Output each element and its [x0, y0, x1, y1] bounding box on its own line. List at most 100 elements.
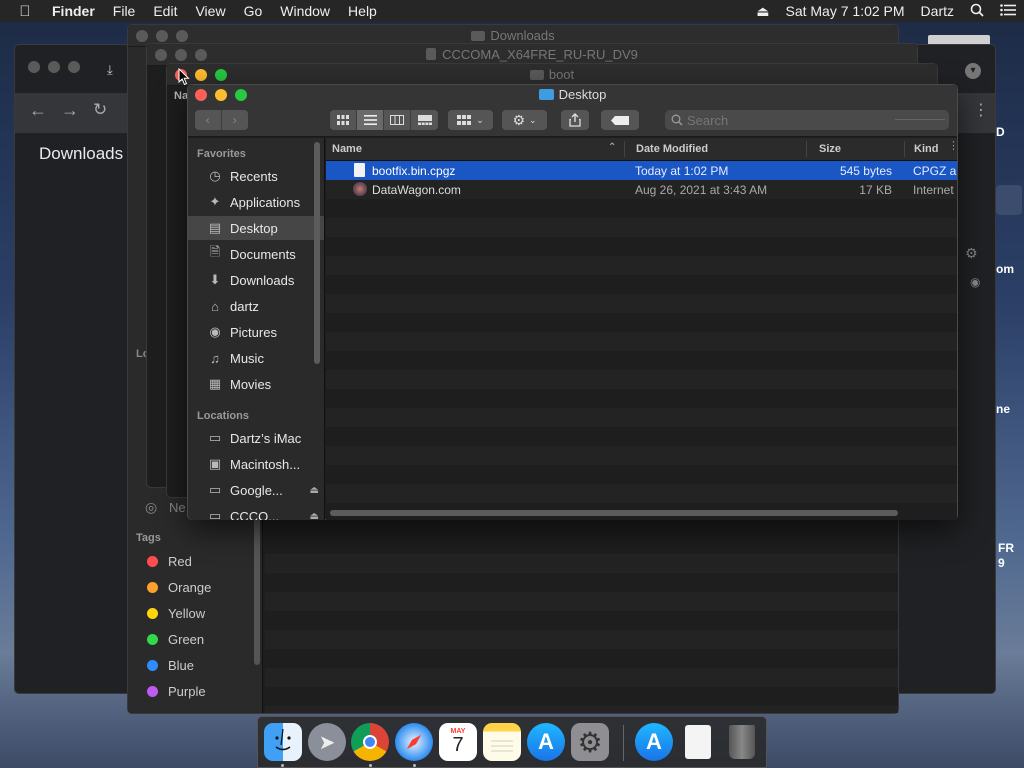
- sidebar-item-macintosh-hd[interactable]: ▣ Macintosh...: [188, 452, 324, 476]
- column-divider[interactable]: [624, 141, 625, 157]
- desktop-icon-label-1[interactable]: D: [996, 125, 1005, 139]
- chrome-forward-icon[interactable]: →: [61, 100, 79, 121]
- tag-red[interactable]: Red: [147, 554, 192, 569]
- eject-menu-icon[interactable]: ⏏: [748, 3, 777, 20]
- table-row-datawagon[interactable]: DataWagon.com Aug 26, 2021 at 3:43 AM 17…: [326, 180, 957, 199]
- tag-button[interactable]: [601, 110, 639, 130]
- sidebar-item-movies[interactable]: ▦ Movies: [188, 372, 324, 396]
- chrome-back-icon[interactable]: ←: [29, 100, 47, 121]
- column-view-button[interactable]: [384, 110, 411, 130]
- dock-finder[interactable]: [264, 723, 302, 761]
- menu-clock[interactable]: Sat May 7 1:02 PM: [777, 3, 912, 19]
- forward-button[interactable]: ›: [222, 110, 248, 130]
- table-row-bootfix[interactable]: bootfix.bin.cpgz Today at 1:02 PM 545 by…: [326, 161, 957, 180]
- back-button[interactable]: ‹: [195, 110, 222, 130]
- dock-calendar[interactable]: MAY 7: [439, 723, 477, 761]
- column-header-kind[interactable]: Kind: [914, 143, 938, 155]
- file-date: Aug 26, 2021 at 3:43 AM: [635, 183, 768, 197]
- sidebar-item-google-drive[interactable]: ▭ Google... ⏏: [188, 478, 324, 502]
- notification-center-icon[interactable]: [992, 3, 1024, 19]
- desktop-icon-label-5[interactable]: 9: [998, 556, 1005, 570]
- dock-system-preferences[interactable]: ⚙: [571, 723, 609, 761]
- finder-window-desktop[interactable]: Desktop ‹ › ⌄ ⚙ ⌄ Search Favorites ◷ Rec…: [187, 84, 958, 520]
- menu-view[interactable]: View: [186, 3, 234, 19]
- eject-icon[interactable]: ⏏: [310, 511, 319, 521]
- sidebar-item-documents[interactable]: 🗎 Documents: [188, 242, 324, 266]
- tag-orange[interactable]: Orange: [147, 580, 211, 595]
- sort-ascending-icon[interactable]: ⌃: [608, 142, 616, 153]
- search-field[interactable]: [665, 110, 949, 130]
- sidebar-item-downloads[interactable]: ⬇ Downloads: [188, 268, 324, 292]
- sidebar-item-desktop[interactable]: ▤ Desktop: [188, 216, 324, 240]
- boot-column-name[interactable]: Na: [174, 90, 188, 102]
- sidebar-scrollbar[interactable]: [314, 142, 320, 364]
- sidebar-item-dartz[interactable]: ⌂ dartz: [188, 294, 324, 318]
- desktop-icon-label-3[interactable]: ne: [996, 402, 1010, 416]
- horizontal-scrollbar[interactable]: [330, 510, 898, 516]
- column-header-name[interactable]: Name: [332, 143, 362, 155]
- chrome-profile-icon[interactable]: ▾: [965, 63, 981, 79]
- dock-launchpad[interactable]: ➤: [308, 723, 346, 761]
- list-view-button[interactable]: [357, 110, 384, 130]
- spotlight-icon[interactable]: [962, 3, 992, 20]
- dock-trash[interactable]: [723, 723, 761, 761]
- chrome-zoom-button[interactable]: [68, 61, 80, 73]
- chrome-reload-icon[interactable]: ↻: [93, 100, 107, 120]
- search-input[interactable]: [687, 112, 887, 128]
- document-icon: [685, 725, 711, 759]
- chrome-download-tab-icon[interactable]: ⤓: [107, 62, 113, 78]
- sidebar-item-music[interactable]: ♫ Music: [188, 346, 324, 370]
- menu-app-finder[interactable]: Finder: [50, 3, 104, 19]
- sidebar-item-cccoma[interactable]: ▭ CCCO... ⏏: [188, 504, 324, 521]
- dock-preview[interactable]: [679, 723, 717, 761]
- column-divider[interactable]: [806, 141, 807, 157]
- chrome-side-icon-1[interactable]: ⚙: [965, 245, 978, 262]
- rocket-icon: ➤: [318, 731, 336, 754]
- action-button[interactable]: ⚙ ⌄: [502, 110, 547, 130]
- file-rows[interactable]: bootfix.bin.cpgz Today at 1:02 PM 545 by…: [326, 161, 957, 520]
- downloads-scrollbar[interactable]: [254, 515, 260, 665]
- menu-user[interactable]: Dartz: [913, 3, 962, 19]
- chrome-page-title: Downloads: [39, 144, 124, 163]
- sidebar-item-pictures[interactable]: ◉ Pictures: [188, 320, 324, 344]
- dock-app-store-2[interactable]: A: [635, 723, 673, 761]
- tag-blue-label: Blue: [168, 658, 195, 673]
- sidebar-item-applications[interactable]: ✦ Applications: [188, 190, 324, 214]
- column-options-handle[interactable]: ⋮: [948, 141, 957, 152]
- dock-notes[interactable]: [483, 723, 521, 761]
- desktop-icon-gear[interactable]: [996, 185, 1022, 215]
- menu-window[interactable]: Window: [271, 3, 339, 19]
- tag-icon: [611, 115, 629, 125]
- sidebar-item-recents[interactable]: ◷ Recents: [188, 164, 324, 188]
- tag-yellow[interactable]: Yellow: [147, 606, 205, 621]
- dock-app-store[interactable]: A: [527, 723, 565, 761]
- chrome-side-icon-2[interactable]: ◉: [970, 275, 980, 289]
- dock-chrome[interactable]: [351, 723, 389, 761]
- icon-view-button[interactable]: [330, 110, 357, 130]
- menu-help[interactable]: Help: [339, 3, 386, 19]
- sidebar-item-imac[interactable]: ▭ Dartz’s iMac: [188, 426, 324, 450]
- tag-blue[interactable]: Blue: [147, 658, 194, 673]
- eject-icon[interactable]: ⏏: [310, 485, 319, 496]
- chrome-minimize-button[interactable]: [48, 61, 60, 73]
- group-button[interactable]: ⌄: [448, 110, 493, 130]
- desktop-icon-label-2[interactable]: om: [996, 262, 1014, 276]
- apple-menu-icon[interactable]: : [0, 3, 50, 20]
- chrome-close-button[interactable]: [28, 61, 40, 73]
- desktop-icon-label-4[interactable]: FR: [998, 541, 1014, 555]
- column-header-date[interactable]: Date Modified: [636, 143, 708, 155]
- downloads-file-list[interactable]: [265, 535, 898, 713]
- gallery-view-button[interactable]: [411, 110, 438, 130]
- dock-safari[interactable]: [395, 723, 433, 761]
- column-divider[interactable]: [904, 141, 905, 157]
- tag-purple[interactable]: Purple: [147, 684, 206, 699]
- menu-go[interactable]: Go: [235, 3, 272, 19]
- column-header-size[interactable]: Size: [819, 143, 841, 155]
- tag-green[interactable]: Green: [147, 632, 204, 647]
- menu-file[interactable]: File: [104, 3, 145, 19]
- chrome-menu-icon[interactable]: ⋮: [973, 100, 989, 120]
- sidebar-item-network[interactable]: Ne: [169, 500, 186, 515]
- finder-sidebar: Favorites ◷ Recents ✦ Applications ▤ Deskto…: [188, 138, 325, 520]
- share-button[interactable]: [561, 110, 589, 130]
- menu-edit[interactable]: Edit: [144, 3, 186, 19]
